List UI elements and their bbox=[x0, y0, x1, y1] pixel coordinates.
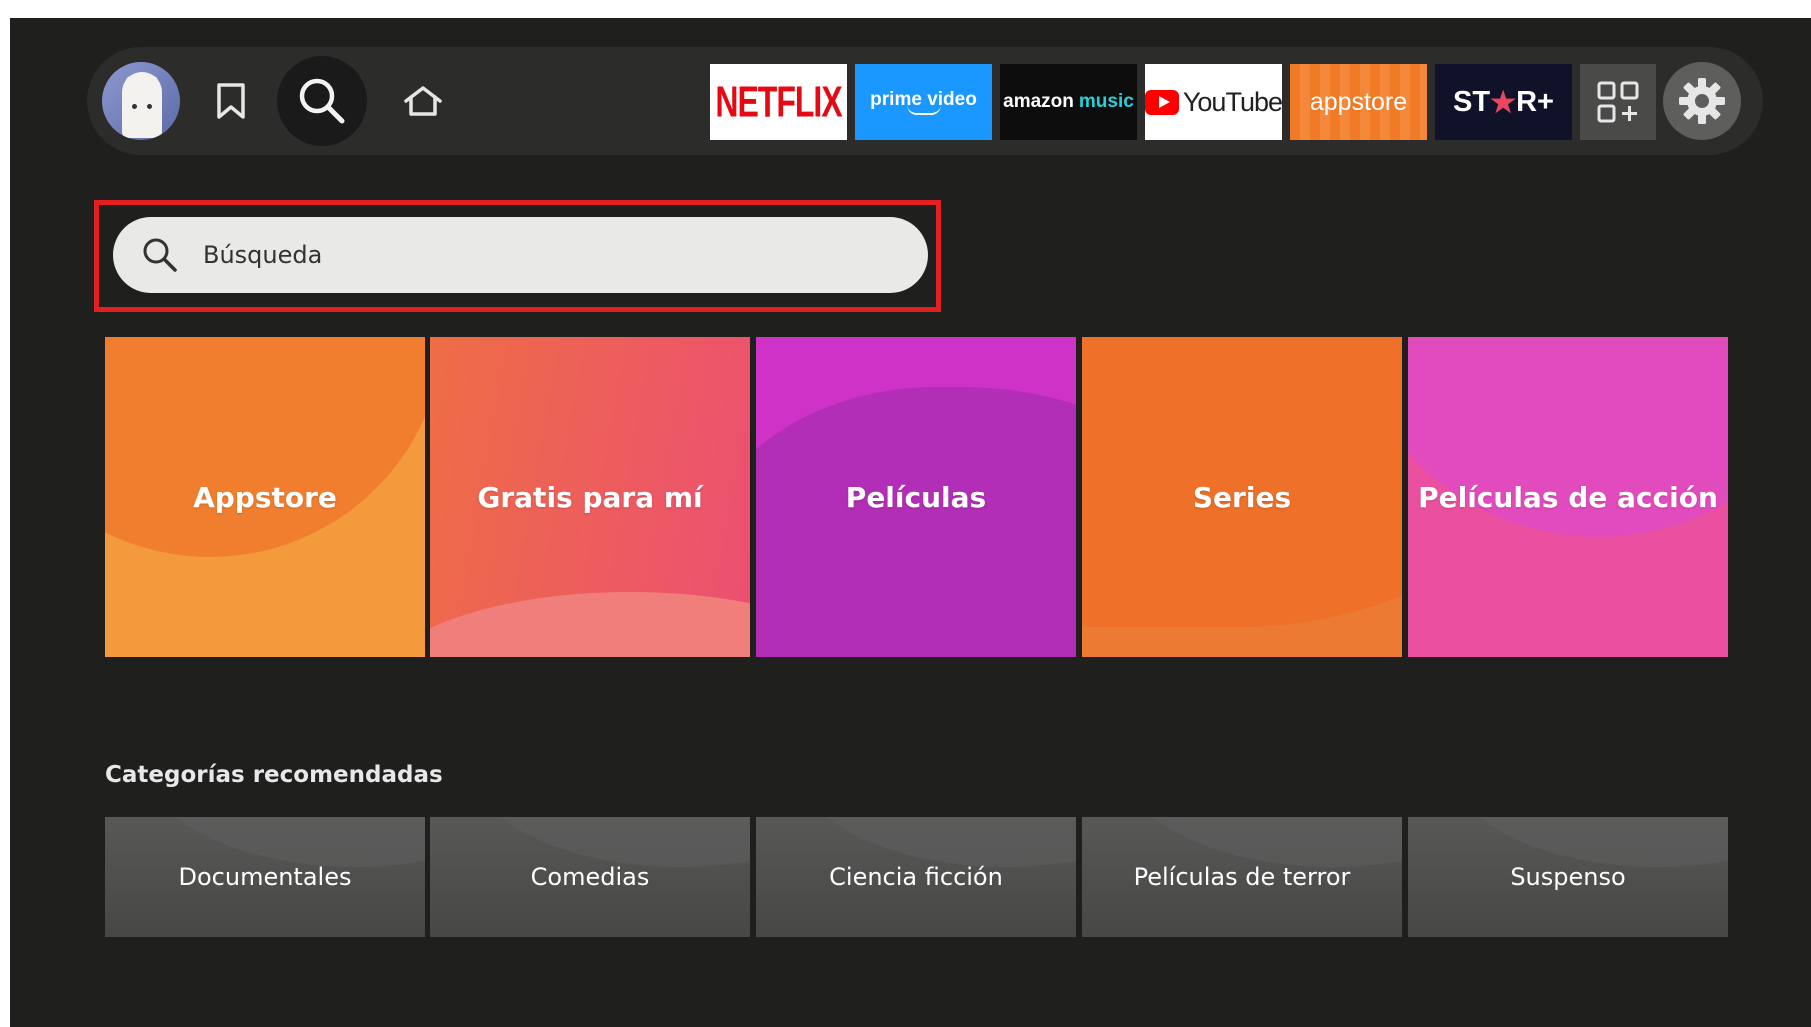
recommended-item-documentales[interactable]: Documentales bbox=[105, 817, 425, 937]
category-label: Películas de acción bbox=[1418, 480, 1718, 514]
tv-screen: NETFLIX prime video amazon music YouTube … bbox=[10, 18, 1811, 1027]
youtube-app-tile[interactable]: YouTube bbox=[1145, 64, 1282, 140]
llama-ear-left bbox=[126, 76, 136, 90]
category-tile-accion[interactable]: Películas de acción bbox=[1408, 337, 1728, 657]
appstore-app-tile[interactable]: appstore bbox=[1290, 64, 1427, 140]
llama-ear-right bbox=[148, 76, 158, 90]
recommended-item-label: Películas de terror bbox=[1133, 863, 1351, 891]
nav-search-button[interactable] bbox=[277, 56, 367, 146]
recommended-item-suspenso[interactable]: Suspenso bbox=[1408, 817, 1728, 937]
recommended-item-label: Documentales bbox=[178, 863, 352, 891]
recommended-item-label: Suspenso bbox=[1510, 863, 1626, 891]
recommended-item-terror[interactable]: Películas de terror bbox=[1082, 817, 1402, 937]
search-icon bbox=[143, 238, 177, 272]
netflix-app-tile[interactable]: NETFLIX bbox=[710, 64, 847, 140]
category-label: Películas bbox=[845, 480, 987, 514]
recommended-categories-heading: Categorías recomendadas bbox=[105, 762, 443, 788]
search-input[interactable]: Búsqueda bbox=[113, 217, 928, 293]
llama-avatar-icon bbox=[122, 72, 162, 138]
youtube-logo-text: YouTube bbox=[1182, 86, 1282, 117]
amazon-music-app-tile[interactable]: amazon music bbox=[1000, 64, 1137, 140]
star-plus-app-tile[interactable]: ST ★ R+ bbox=[1435, 64, 1572, 140]
amazon-music-logo-text-2: music bbox=[1078, 91, 1134, 112]
prime-smile-icon bbox=[906, 105, 941, 115]
category-tile-peliculas[interactable]: Películas bbox=[756, 337, 1076, 657]
profile-avatar[interactable] bbox=[102, 62, 180, 140]
category-tile-series[interactable]: Series bbox=[1082, 337, 1402, 657]
tile-decoration bbox=[105, 337, 425, 557]
star-plus-logo-text-1: ST bbox=[1453, 85, 1491, 118]
search-icon bbox=[299, 78, 345, 124]
category-label: Appstore bbox=[193, 480, 337, 514]
settings-button[interactable] bbox=[1663, 62, 1741, 140]
llama-eye-right bbox=[147, 104, 152, 109]
category-label: Gratis para mí bbox=[477, 480, 703, 514]
home-icon[interactable] bbox=[390, 68, 456, 134]
watchlist-bookmark-icon[interactable] bbox=[198, 68, 264, 134]
recommended-item-label: Comedias bbox=[530, 863, 650, 891]
recommended-item-ciencia-ficcion[interactable]: Ciencia ficción bbox=[756, 817, 1076, 937]
recommended-item-label: Ciencia ficción bbox=[829, 863, 1003, 891]
star-plus-star-icon: ★ bbox=[1490, 86, 1517, 119]
apps-grid-icon bbox=[1597, 81, 1639, 123]
search-placeholder: Búsqueda bbox=[203, 241, 323, 269]
amazon-music-logo-text-1: amazon bbox=[1003, 91, 1074, 112]
tile-decoration bbox=[756, 387, 1076, 657]
netflix-logo-text: NETFLIX bbox=[715, 77, 842, 126]
gear-icon bbox=[1679, 78, 1725, 124]
prime-video-app-tile[interactable]: prime video bbox=[855, 64, 992, 140]
all-apps-button[interactable] bbox=[1580, 64, 1656, 140]
llama-eye-left bbox=[132, 104, 137, 109]
recommended-item-comedias[interactable]: Comedias bbox=[430, 817, 750, 937]
tile-decoration bbox=[430, 592, 750, 657]
youtube-play-icon bbox=[1145, 89, 1179, 115]
category-tile-appstore[interactable]: Appstore bbox=[105, 337, 425, 657]
category-tile-gratis[interactable]: Gratis para mí bbox=[430, 337, 750, 657]
category-label: Series bbox=[1192, 480, 1292, 514]
star-plus-logo-text-2: R+ bbox=[1516, 85, 1554, 118]
appstore-logo-text: appstore bbox=[1309, 87, 1408, 116]
